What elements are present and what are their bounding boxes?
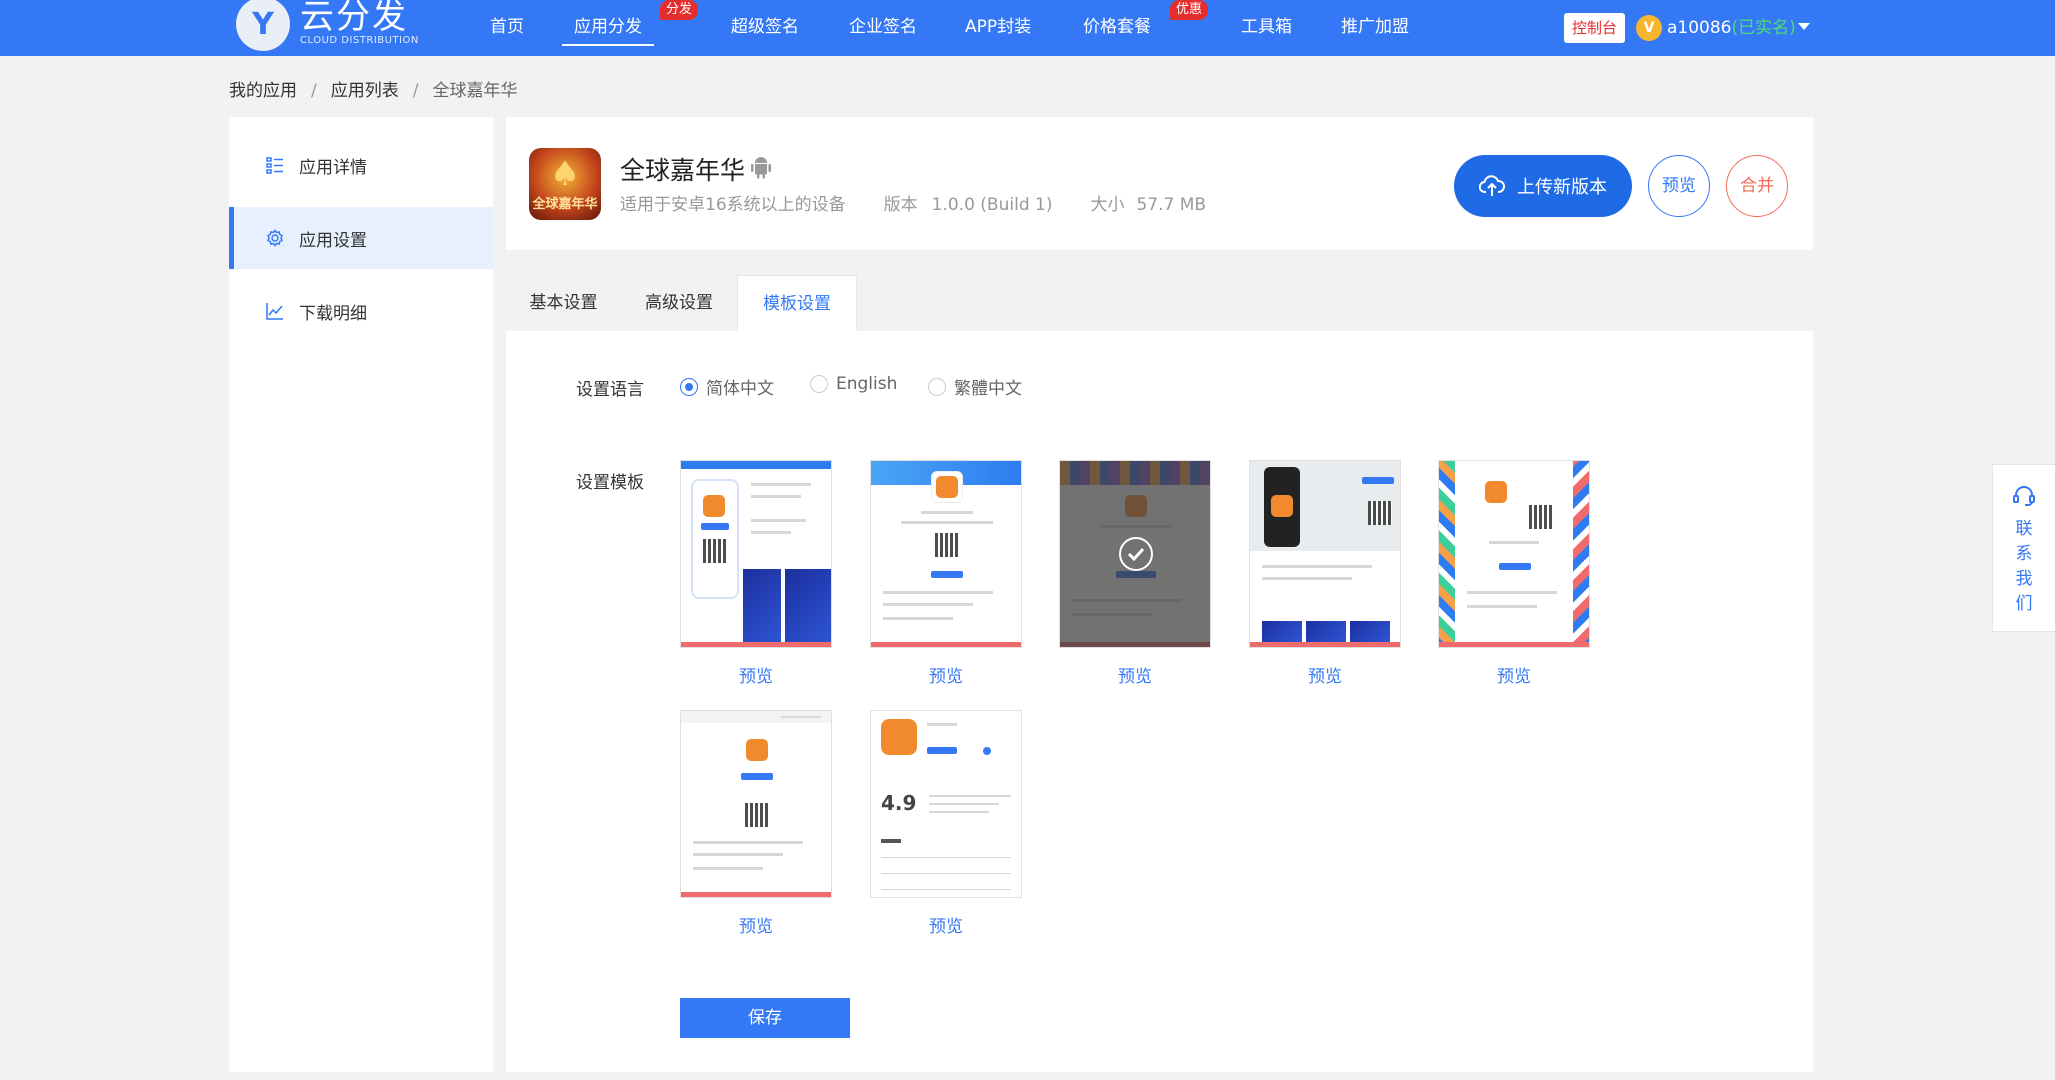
- template-option-3-selected: 预览: [1059, 460, 1211, 687]
- breadcrumb-my-apps[interactable]: 我的应用: [229, 81, 297, 101]
- template-option-5: 预览: [1438, 460, 1590, 687]
- headset-icon: [2013, 486, 2035, 506]
- console-button[interactable]: 控制台: [1564, 13, 1625, 43]
- template-preview-link[interactable]: 预览: [680, 912, 832, 937]
- nav-pricing[interactable]: 价格套餐: [1083, 0, 1151, 56]
- template-settings-panel: 设置语言 简体中文 English 繁體中文 设置模板 预览 预览 预览 预览 …: [506, 331, 1813, 1072]
- nav-badge-distribute: 分发: [660, 0, 699, 20]
- template-preview-link[interactable]: 预览: [870, 662, 1022, 687]
- app-meta: 适用于安卓16系统以上的设备 版本 1.0.0 (Build 1) 大小 57.7 MB: [620, 190, 1244, 215]
- settings-tabs: 基本设置 高级设置 模板设置: [506, 275, 1813, 331]
- sidebar: 应用详情 应用设置 下载明细: [229, 117, 493, 1072]
- upload-new-version-button[interactable]: 上传新版本: [1454, 155, 1632, 217]
- app-header-card: ♠ 全球嘉年华 全球嘉年华 适用于安卓16系统以上的设备 版本 1.0.0 (Bui…: [506, 117, 1813, 250]
- breadcrumb-app-list[interactable]: 应用列表: [331, 81, 399, 101]
- sidebar-item-download-details[interactable]: 下载明细: [229, 280, 493, 342]
- template-option-6: 预览: [680, 710, 832, 937]
- logo-badge: Y: [236, 0, 290, 51]
- chart-line-icon: [266, 303, 283, 320]
- list-icon: [266, 157, 283, 174]
- template-option-2: 预览: [870, 460, 1022, 687]
- vip-badge: V: [1636, 15, 1662, 41]
- template-thumbnail[interactable]: [1438, 460, 1590, 648]
- template-preview-link[interactable]: 预览: [680, 662, 832, 687]
- template-thumbnail[interactable]: [680, 460, 832, 648]
- merge-button[interactable]: 合并: [1726, 155, 1788, 217]
- radio-english[interactable]: English: [810, 374, 897, 394]
- radio-simplified-chinese[interactable]: 简体中文: [680, 374, 774, 399]
- nav-toolbox[interactable]: 工具箱: [1241, 0, 1292, 56]
- nav-app-distribute[interactable]: 应用分发: [562, 0, 654, 56]
- app-version: 版本 1.0.0 (Build 1): [883, 195, 1053, 215]
- contact-us-label: 联系我们: [2015, 519, 2033, 614]
- nav-enterprise-sign[interactable]: 企业签名: [849, 0, 917, 56]
- template-preview-link[interactable]: 预览: [1438, 662, 1590, 687]
- logo-name: 云分发: [300, 0, 408, 37]
- chevron-down-icon[interactable]: [1798, 23, 1810, 30]
- logo-name-en: CLOUD DISTRIBUTION: [300, 35, 419, 46]
- template-option-1: 预览: [680, 460, 832, 687]
- template-preview-link[interactable]: 预览: [1249, 662, 1401, 687]
- radio-traditional-chinese[interactable]: 繁體中文: [928, 374, 1022, 399]
- app-compat: 适用于安卓16系统以上的设备: [620, 195, 846, 215]
- cloud-upload-icon: [1479, 175, 1505, 196]
- nav-super-sign[interactable]: 超级签名: [731, 0, 799, 56]
- brand-logo[interactable]: Y 云分发 CLOUD DISTRIBUTION: [236, 0, 419, 56]
- breadcrumb: 我的应用 / 应用列表 / 全球嘉年华: [229, 81, 518, 101]
- template-thumbnail[interactable]: [680, 710, 832, 898]
- template-label: 设置模板: [576, 473, 644, 493]
- template-preview-link[interactable]: 预览: [870, 912, 1022, 937]
- sidebar-item-app-settings[interactable]: 应用设置: [229, 207, 493, 269]
- tab-basic-settings[interactable]: 基本设置: [506, 275, 621, 331]
- app-size: 大小 57.7 MB: [1090, 195, 1207, 215]
- contact-us-float[interactable]: 联系我们: [1992, 464, 2055, 632]
- template-preview-link[interactable]: 预览: [1059, 662, 1211, 687]
- template-option-7: 4.9 预览: [870, 710, 1022, 937]
- gear-icon: [267, 229, 283, 247]
- tab-template-settings[interactable]: 模板设置: [737, 275, 857, 331]
- language-label: 设置语言: [576, 380, 644, 400]
- save-button[interactable]: 保存: [680, 998, 850, 1038]
- template-thumbnail[interactable]: [1249, 460, 1401, 648]
- android-icon: [751, 157, 771, 179]
- nav-home[interactable]: 首页: [490, 0, 524, 56]
- nav-affiliate[interactable]: 推广加盟: [1341, 0, 1409, 56]
- template-thumbnail[interactable]: 4.9: [870, 710, 1022, 898]
- template-thumbnail[interactable]: [1059, 460, 1211, 648]
- user-name: a10086: [1667, 18, 1732, 38]
- selected-check-icon: [1119, 537, 1153, 571]
- app-name: 全球嘉年华: [620, 156, 746, 185]
- template-thumbnail[interactable]: [870, 460, 1022, 648]
- template-option-4: 预览: [1249, 460, 1401, 687]
- top-navbar: Y 云分发 CLOUD DISTRIBUTION 首页 应用分发 分发 超级签名…: [0, 0, 2055, 56]
- preview-button[interactable]: 预览: [1648, 155, 1710, 217]
- breadcrumb-current: 全球嘉年华: [432, 81, 518, 101]
- sidebar-item-app-details[interactable]: 应用详情: [229, 134, 493, 196]
- nav-badge-price: 优惠: [1170, 0, 1209, 20]
- tab-advanced-settings[interactable]: 高级设置: [621, 275, 737, 331]
- app-icon: ♠ 全球嘉年华: [529, 148, 601, 220]
- nav-app-wrap[interactable]: APP封装: [965, 0, 1031, 56]
- user-verified-status: (已实名): [1731, 18, 1796, 38]
- user-menu[interactable]: a10086(已实名): [1667, 0, 1796, 56]
